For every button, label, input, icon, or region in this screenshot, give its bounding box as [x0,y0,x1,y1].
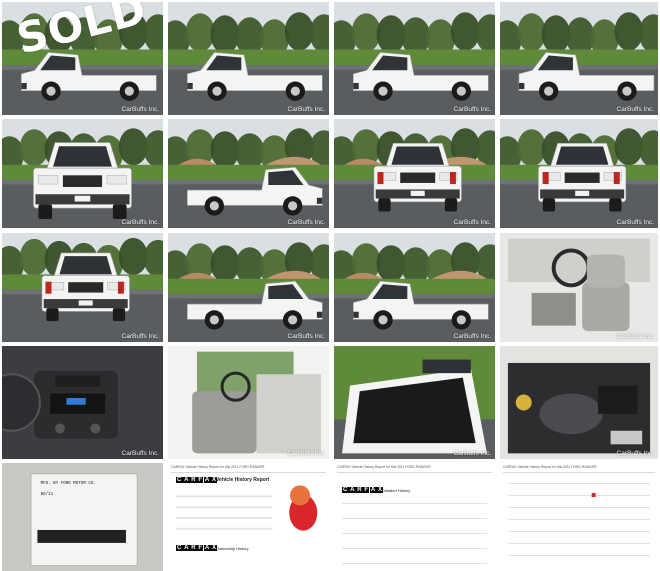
truck-photo-rear[interactable]: CarBuffs Inc. [500,119,658,228]
photo-scene [500,2,658,115]
photo-scene [2,119,163,228]
truck-photo-front-3q-3[interactable]: CarBuffs Inc. [500,2,658,115]
photo-gallery: CarBuffs Inc. SOLD CarBuffs Inc. CarBuffs… [0,0,660,571]
truck-photo-bed[interactable]: CarBuffs Inc. [334,346,495,459]
watermark: CarBuffs Inc. [121,333,159,340]
photo-scene [334,119,495,228]
watermark: CarBuffs Inc. [616,106,654,113]
watermark: CarBuffs Inc. [616,333,654,340]
watermark: CarBuffs Inc. [453,450,491,457]
watermark: CarBuffs Inc. [121,450,159,457]
watermark: CarBuffs Inc. [453,333,491,340]
watermark: CarBuffs Inc. [287,450,325,457]
ownership-history-heading: Ownership History [216,546,249,551]
truck-photo-dash[interactable]: CarBuffs Inc. [2,346,163,459]
door-label-photo[interactable]: MFD. BY FORD MOTOR CO. 06/11 [2,463,163,571]
photo-scene [334,2,495,115]
truck-photo-interior-seat[interactable]: CarBuffs Inc. [500,233,658,342]
carfax-logo-2: CARFAX [176,545,218,551]
watermark: CarBuffs Inc. [287,333,325,340]
watermark: CarBuffs Inc. [453,106,491,113]
photo-scene [334,346,495,459]
truck-photo-rear-3q[interactable]: CarBuffs Inc. [334,119,495,228]
watermark: CarBuffs Inc. [121,106,159,113]
truck-photo-front[interactable]: CarBuffs Inc. [2,119,163,228]
truck-photo-sold[interactable]: CarBuffs Inc. SOLD [2,2,163,115]
truck-photo-side-2[interactable]: CarBuffs Inc. [168,233,329,342]
label-line-2: 06/11 [40,493,54,498]
photo-scene [168,233,329,342]
watermark: CarBuffs Inc. [616,219,654,226]
photo-scene [168,119,329,228]
truck-photo-front-3q-4[interactable]: CarBuffs Inc. [334,233,495,342]
label-line-1: MFD. BY FORD MOTOR CO. [40,482,96,487]
label-sticker-graphic [30,473,138,567]
truck-photo-rear-3q-2[interactable]: CarBuffs Inc. [2,233,163,342]
carfax-report-page-3[interactable]: CARFAX Vehicle History Report for this 2… [500,463,658,571]
watermark: CarBuffs Inc. [287,219,325,226]
history-table-graphic [342,503,487,564]
carfax-fox-mascot-icon [176,485,318,531]
photo-scene [500,119,658,228]
history-table-graphic [508,483,650,556]
watermark: CarBuffs Inc. [616,450,654,457]
photo-scene [334,233,495,342]
carfax-report-page-2[interactable]: CARFAX Vehicle History Report for this 2… [334,463,495,571]
watermark: CarBuffs Inc. [287,106,325,113]
truck-photo-front-3q-2[interactable]: CarBuffs Inc. [334,2,495,115]
photo-scene [500,346,658,459]
carfax-report-page-1[interactable]: CARFAX Vehicle History Report for this 2… [168,463,329,571]
photo-scene [2,233,163,342]
truck-photo-interior-door[interactable]: CarBuffs Inc. [168,346,329,459]
photo-scene [2,346,163,459]
photo-scene [168,2,329,115]
truck-photo-side[interactable]: CarBuffs Inc. [168,119,329,228]
watermark: CarBuffs Inc. [453,219,491,226]
photo-scene [500,233,658,342]
truck-photo-front-3q[interactable]: CarBuffs Inc. [168,2,329,115]
watermark: CarBuffs Inc. [121,219,159,226]
truck-photo-engine[interactable]: CarBuffs Inc. [500,346,658,459]
photo-scene [168,346,329,459]
